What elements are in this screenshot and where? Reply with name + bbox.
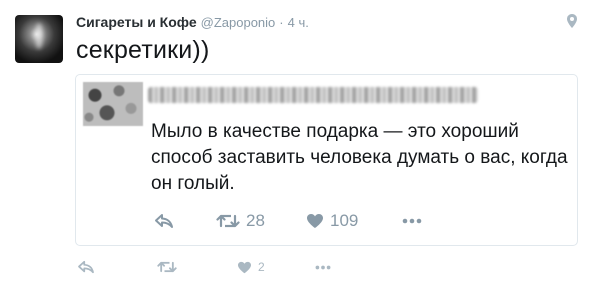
quoted-tweet-text: Мыло в качестве подарка — это хороший сп… [151, 121, 568, 194]
quoted-reply-button[interactable] [154, 213, 216, 229]
tweet: Сигареты и Кофе @Zapoponio · 4 ч. секрет… [0, 0, 600, 284]
more-button[interactable] [315, 265, 331, 270]
reply-button[interactable] [77, 260, 157, 274]
reply-icon [78, 260, 94, 274]
author-avatar[interactable] [15, 15, 63, 63]
more-icon [402, 218, 422, 224]
quoted-like-button[interactable]: 109 [306, 211, 402, 231]
retweet-icon [157, 261, 177, 273]
like-count: 2 [258, 260, 265, 274]
author-name[interactable]: Сигареты и Кофе [76, 14, 197, 30]
quoted-author-avatar-blurred [83, 82, 143, 126]
tweet-time[interactable]: 4 ч. [288, 15, 309, 30]
tweet-header: Сигареты и Кофе @Zapoponio · 4 ч. [76, 14, 309, 32]
quoted-actions-bar: 28 109 [154, 211, 422, 231]
like-button[interactable]: 2 [237, 260, 315, 274]
avatar-smoke [35, 23, 43, 49]
tweet-actions-bar: 2 [77, 258, 331, 276]
location-pin-icon[interactable] [565, 13, 579, 29]
tweet-text: секретики)) [76, 36, 210, 64]
quoted-retweet-count: 28 [246, 211, 265, 230]
heart-icon [238, 261, 251, 273]
retweet-button[interactable] [157, 260, 237, 274]
more-icon [315, 265, 331, 269]
quoted-author-name-blurred [148, 87, 478, 103]
heart-icon [307, 214, 323, 228]
retweet-icon [216, 214, 240, 228]
quoted-like-count: 109 [330, 211, 359, 230]
quoted-tweet[interactable]: Мыло в качестве подарка — это хороший сп… [75, 74, 578, 246]
quoted-retweet-button[interactable]: 28 [216, 211, 306, 231]
reply-icon [155, 214, 173, 228]
quoted-more-button[interactable] [402, 218, 422, 224]
separator-dot: · [279, 15, 284, 30]
author-handle[interactable]: @Zapoponio [201, 15, 276, 30]
